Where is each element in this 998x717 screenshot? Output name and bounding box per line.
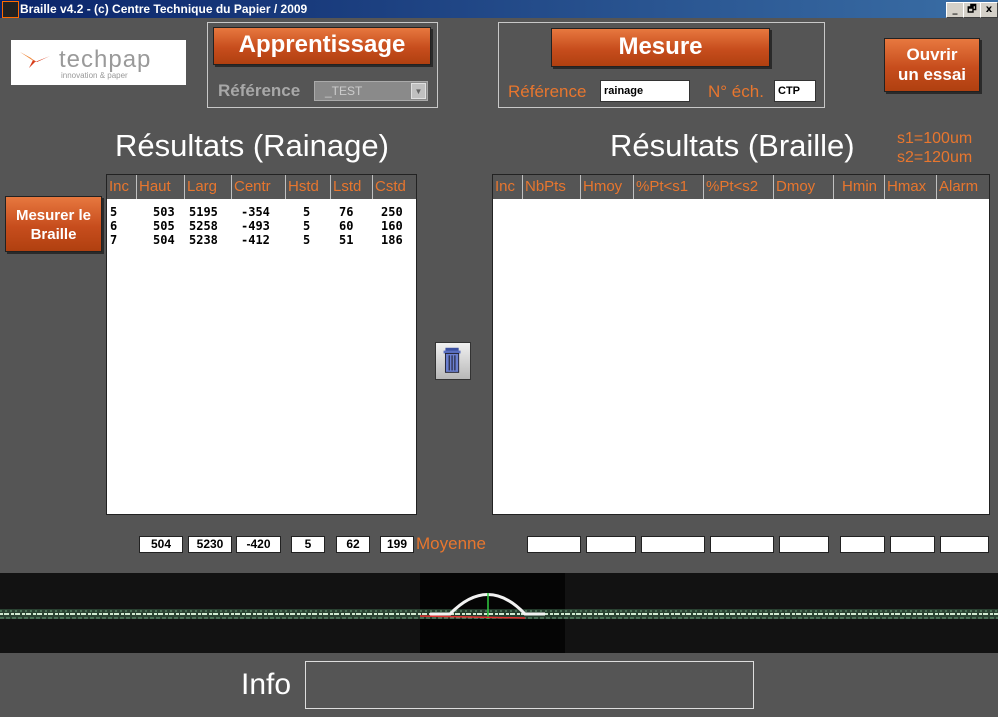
ouvrir-line1: Ouvrir bbox=[906, 45, 958, 64]
cell-inc: 6 bbox=[110, 219, 118, 233]
cell-hstd: 5 bbox=[303, 219, 311, 233]
moyenne-label: Moyenne bbox=[416, 534, 486, 553]
col-lstd: Lstd bbox=[331, 175, 373, 199]
scan-profile-image bbox=[0, 573, 998, 653]
cell-lstd: 76 bbox=[339, 205, 354, 219]
cell-haut: 504 bbox=[153, 233, 175, 247]
minimize-button[interactable]: _ bbox=[946, 2, 964, 18]
bird-logo-icon bbox=[20, 52, 50, 68]
apprentissage-reference-label: Référence bbox=[218, 81, 301, 100]
mesurer-line1: Mesurer le bbox=[15, 207, 92, 224]
trash-icon bbox=[443, 347, 461, 373]
avg-dmoy bbox=[779, 536, 829, 553]
apprentissage-reference-select[interactable]: _TEST ▼ bbox=[314, 81, 428, 101]
ouvrir-line2: un essai bbox=[897, 65, 967, 84]
cell-hstd: 5 bbox=[303, 205, 311, 219]
braille-title: Résultats (Braille) bbox=[610, 128, 855, 163]
logo-tagline: innovation & paper bbox=[61, 71, 128, 80]
mesure-reference-label: Référence bbox=[508, 82, 587, 101]
techpap-logo: techpap innovation & paper bbox=[11, 40, 186, 85]
s1-threshold: s1=100um bbox=[897, 130, 973, 147]
col-hmoy: Hmoy bbox=[581, 175, 634, 199]
col-alarm: Alarm bbox=[937, 175, 989, 199]
cell-larg: 5195 bbox=[189, 205, 218, 219]
col-hmin: Hmin bbox=[834, 175, 885, 199]
avg-pt-s1 bbox=[641, 536, 705, 553]
restore-button[interactable]: 🗗 bbox=[963, 2, 981, 18]
cell-hstd: 5 bbox=[303, 233, 311, 247]
braille-table[interactable]: Inc NbPts Hmoy %Pt<s1 %Pt<s2 Dmoy Hmin H… bbox=[492, 174, 990, 515]
title-bar: Braille v4.2 - (c) Centre Technique du P… bbox=[0, 0, 998, 18]
avg-centr: -420 bbox=[236, 536, 281, 553]
avg-nbpts bbox=[527, 536, 581, 553]
col-haut: Haut bbox=[137, 175, 185, 199]
rainage-title: Résultats (Rainage) bbox=[115, 128, 389, 163]
avg-lstd: 62 bbox=[336, 536, 370, 553]
avg-hmoy bbox=[586, 536, 636, 553]
col-inc: Inc bbox=[493, 175, 523, 199]
col-inc: Inc bbox=[107, 175, 137, 199]
window-title: Braille v4.2 - (c) Centre Technique du P… bbox=[20, 2, 308, 16]
col-pt-s1: %Pt<s1 bbox=[634, 175, 704, 199]
cell-larg: 5258 bbox=[189, 219, 218, 233]
cell-centr: -412 bbox=[241, 233, 270, 247]
cell-inc: 5 bbox=[110, 205, 118, 219]
ech-input[interactable]: CTP bbox=[774, 80, 816, 102]
clear-results-button[interactable] bbox=[435, 342, 471, 380]
chevron-down-icon[interactable]: ▼ bbox=[411, 83, 426, 99]
mesurer-line2: Braille bbox=[30, 226, 77, 243]
avg-hmax bbox=[890, 536, 935, 553]
avg-hstd: 5 bbox=[291, 536, 325, 553]
mesure-reference-input[interactable]: rainage bbox=[600, 80, 690, 102]
mesure-button[interactable]: Mesure bbox=[551, 28, 770, 67]
avg-cstd: 199 bbox=[380, 536, 414, 553]
col-larg: Larg bbox=[185, 175, 232, 199]
col-hstd: Hstd bbox=[286, 175, 331, 199]
info-field bbox=[305, 661, 754, 709]
ech-label: N° éch. bbox=[708, 82, 764, 101]
cell-centr: -493 bbox=[241, 219, 270, 233]
cell-cstd: 160 bbox=[381, 219, 403, 233]
profile-scan-graphic bbox=[0, 573, 998, 653]
cell-cstd: 250 bbox=[381, 205, 403, 219]
apprentissage-button[interactable]: Apprentissage bbox=[213, 27, 431, 65]
s2-threshold: s2=120um bbox=[897, 149, 973, 166]
cell-lstd: 51 bbox=[339, 233, 354, 247]
col-centr: Centr bbox=[232, 175, 286, 199]
cell-centr: -354 bbox=[241, 205, 270, 219]
col-dmoy: Dmoy bbox=[774, 175, 834, 199]
rainage-table[interactable]: Inc Haut Larg Centr Hstd Lstd Cstd 5 503… bbox=[106, 174, 417, 515]
col-pt-s2: %Pt<s2 bbox=[704, 175, 774, 199]
col-cstd: Cstd bbox=[373, 175, 416, 199]
apprentissage-reference-value: _TEST bbox=[325, 84, 363, 98]
avg-alarm bbox=[940, 536, 989, 553]
ouvrir-essai-button[interactable]: Ouvrir un essai bbox=[884, 38, 980, 92]
avg-larg: 5230 bbox=[188, 536, 232, 553]
avg-haut: 504 bbox=[139, 536, 183, 553]
cell-cstd: 186 bbox=[381, 233, 403, 247]
app-icon bbox=[2, 1, 19, 18]
cell-haut: 505 bbox=[153, 219, 175, 233]
cell-inc: 7 bbox=[110, 233, 118, 247]
close-button[interactable]: x bbox=[980, 2, 998, 18]
info-label: Info bbox=[241, 668, 292, 701]
cell-larg: 5238 bbox=[189, 233, 218, 247]
col-nbpts: NbPts bbox=[523, 175, 581, 199]
cell-haut: 503 bbox=[153, 205, 175, 219]
avg-hmin bbox=[840, 536, 885, 553]
mesurer-braille-button[interactable]: Mesurer le Braille bbox=[5, 196, 102, 252]
avg-pt-s2 bbox=[710, 536, 774, 553]
cell-lstd: 60 bbox=[339, 219, 354, 233]
logo-brand: techpap bbox=[59, 46, 152, 73]
col-hmax: Hmax bbox=[885, 175, 937, 199]
